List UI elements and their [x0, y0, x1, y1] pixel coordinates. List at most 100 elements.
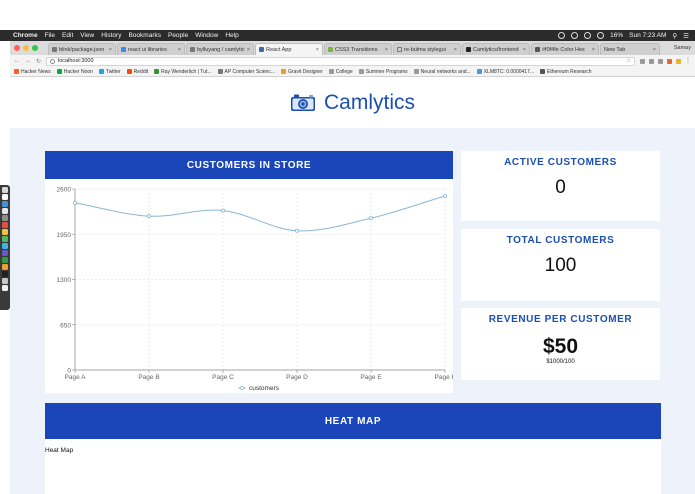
y-tick-label: 1300 — [57, 277, 72, 284]
bookmark-star-icon[interactable]: ☆ — [626, 58, 631, 64]
address-bar: ← → ↻ localhost:3000 ☆ ⋮ — [10, 55, 695, 67]
tab-new-tab[interactable]: New Tab × — [600, 43, 660, 55]
tab-react-app[interactable]: React App × — [255, 43, 323, 55]
dock-app-icon[interactable] — [2, 187, 8, 193]
menu-file[interactable]: File — [45, 32, 55, 39]
extension-icon[interactable] — [658, 58, 663, 64]
bookmark-folder-summer-programs[interactable]: Summer Programs — [358, 69, 408, 75]
dock-app-icon[interactable] — [2, 264, 8, 270]
close-tab-icon[interactable]: × — [592, 47, 595, 53]
bookmark-gravit-designer[interactable]: Gravit Designer — [281, 69, 323, 75]
dock-app-icon[interactable] — [2, 243, 8, 249]
menu-bookmarks[interactable]: Bookmarks — [128, 32, 161, 39]
reload-icon[interactable]: ↻ — [36, 58, 41, 65]
y-tick-label: 2600 — [57, 187, 72, 194]
close-tab-icon[interactable]: × — [385, 47, 388, 53]
menu-help[interactable]: Help — [225, 32, 238, 39]
menu-history[interactable]: History — [101, 32, 121, 39]
x-tick-label: Page B — [138, 374, 159, 381]
tab-strip: blink/package.json × react ui libraries × … — [10, 41, 695, 55]
heatmap-panel: Heat Map — [45, 439, 661, 494]
extension-icon[interactable] — [667, 58, 672, 64]
battery-percent[interactable]: 16% — [610, 32, 623, 39]
wifi-icon[interactable] — [597, 32, 605, 39]
close-tab-icon[interactable]: × — [653, 47, 656, 53]
zoom-window-button[interactable] — [32, 45, 38, 51]
bookmark-hacker-noon[interactable]: Hacker Noon — [56, 69, 93, 75]
close-window-button[interactable] — [14, 45, 20, 51]
y-tick-label: 650 — [60, 322, 71, 329]
dock-app-icon[interactable] — [2, 278, 8, 284]
bookmark-ap-computer-science[interactable]: AP Computer Scienc... — [217, 69, 275, 75]
web-page: Camlytics CUSTOMERS IN STORE 0 650 1300 195… — [10, 77, 695, 494]
tab-react-ui-libraries[interactable]: react ui libraries × — [117, 43, 185, 55]
y-tick-label: 1950 — [57, 232, 72, 239]
heatmap-label: Heat Map — [45, 447, 74, 454]
profile-name[interactable]: Samay — [674, 45, 695, 51]
menu-extras-icon[interactable]: ☰ — [683, 32, 689, 40]
dock-app-icon[interactable] — [2, 271, 8, 277]
menu-app-name[interactable]: Chrome — [13, 32, 38, 39]
dock-app-icon[interactable] — [2, 257, 8, 263]
dock-app-icon[interactable] — [2, 236, 8, 242]
github-icon — [52, 47, 57, 52]
bitbucket-icon — [190, 47, 195, 52]
dock-app-icon[interactable] — [2, 250, 8, 256]
customers-chart-panel: 0 650 1300 1950 2600 Page A Page B Page C Page D… — [45, 179, 456, 393]
info-icon[interactable] — [50, 58, 56, 64]
close-tab-icon[interactable]: × — [316, 47, 319, 53]
back-icon[interactable]: ← — [14, 58, 20, 64]
dock-app-icon[interactable] — [2, 222, 8, 228]
extension-icons: ⋮ — [640, 58, 691, 64]
close-tab-icon[interactable]: × — [247, 47, 250, 53]
bookmark-ray-wenderlich[interactable]: Ray Wenderlich | Tut... — [154, 69, 212, 75]
tab-bylluyang-camlytics[interactable]: bylluyang / camlytic × — [186, 43, 254, 55]
bluetooth-icon[interactable] — [584, 32, 592, 39]
dock-app-icon[interactable] — [2, 201, 8, 207]
minimize-window-button[interactable] — [23, 45, 29, 51]
close-tab-icon[interactable]: × — [523, 47, 526, 53]
bookmark-reddit[interactable]: Reddit — [126, 69, 148, 75]
document-icon — [397, 47, 402, 52]
tab-re-bulma[interactable]: re-bulma stylegui × — [393, 43, 461, 55]
close-tab-icon[interactable]: × — [178, 47, 181, 53]
spotlight-icon[interactable]: ⚲ — [672, 32, 677, 40]
bookmark-neural-networks[interactable]: Neural networks and... — [413, 69, 471, 75]
close-tab-icon[interactable]: × — [109, 47, 112, 53]
tab-css3-transitions[interactable]: CSS3 Transitions × — [324, 43, 392, 55]
bookmark-folder-college[interactable]: College — [328, 69, 353, 75]
dock-app-icon[interactable] — [2, 208, 8, 214]
bookmark-xlm-btc[interactable]: XLM8TC: 0.0000417... — [476, 69, 534, 75]
extension-icon[interactable] — [649, 58, 654, 64]
dock-app-icon[interactable] — [2, 229, 8, 235]
tab-camlytics-frontend[interactable]: Camlytics/frontend × — [462, 43, 530, 55]
menu-view[interactable]: View — [80, 32, 94, 39]
revenue-per-customer-formula: $1000/100 — [546, 359, 575, 365]
extension-icon[interactable] — [676, 58, 681, 64]
sync-icon[interactable] — [571, 32, 579, 39]
chrome-menu-icon[interactable]: ⋮ — [685, 58, 691, 64]
menu-window[interactable]: Window — [195, 32, 218, 39]
camera-icon — [290, 93, 316, 112]
bookmark-ethereum-research[interactable]: Ethereum Research — [540, 69, 591, 75]
bookmark-twitter[interactable]: Twitter — [98, 69, 121, 75]
screen: Chrome File Edit View History Bookmarks … — [0, 0, 695, 494]
dock-app-icon[interactable] — [2, 194, 8, 200]
clock[interactable]: Sun 7:23 AM — [629, 32, 666, 39]
menu-edit[interactable]: Edit — [62, 32, 73, 39]
forward-icon[interactable]: → — [25, 58, 31, 64]
active-customers-label: ACTIVE CUSTOMERS — [504, 157, 617, 168]
extension-icon[interactable] — [640, 58, 645, 64]
tab-color-hex[interactable]: #f0f4fe Color Hex × — [531, 43, 599, 55]
x-tick-label: Page F — [435, 374, 453, 381]
dock-trash-icon[interactable] — [2, 285, 8, 291]
tab-blink-package[interactable]: blink/package.json × — [48, 43, 116, 55]
url-field[interactable]: localhost:3000 ☆ — [46, 56, 635, 66]
menu-people[interactable]: People — [168, 32, 188, 39]
dock-app-icon[interactable] — [2, 215, 8, 221]
close-tab-icon[interactable]: × — [454, 47, 457, 53]
bookmark-hacker-news[interactable]: Hacker News — [14, 69, 51, 75]
data-point — [442, 193, 447, 198]
status-icon[interactable] — [558, 32, 566, 39]
react-icon — [259, 47, 264, 52]
